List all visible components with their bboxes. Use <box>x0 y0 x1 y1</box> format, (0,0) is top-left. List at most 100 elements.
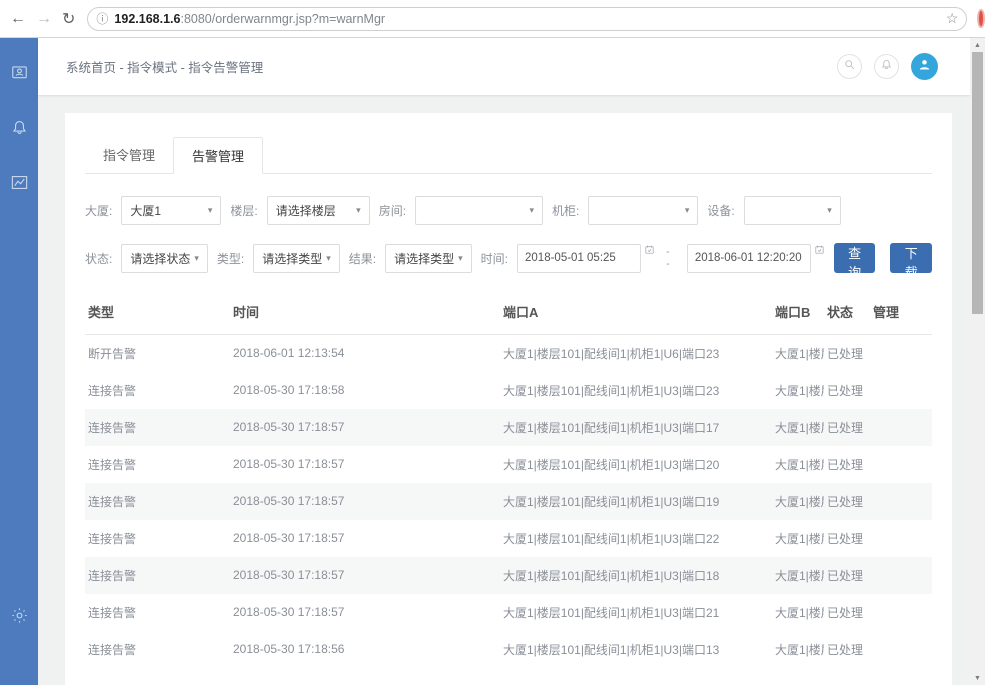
url-host: 192.168.1.6 <box>114 12 180 26</box>
cell-alarm-type: 连接告警 <box>85 483 230 520</box>
browser-scrollbar[interactable]: ▲ ▼ <box>970 38 985 685</box>
cell-manage[interactable] <box>870 631 932 668</box>
user-map-icon <box>10 63 29 87</box>
cell-port-a: 大厦1|楼层101|配线间1|机柜1|U6|端口23 <box>500 335 772 372</box>
sidebar-item-statistics[interactable] <box>0 166 38 204</box>
cell-port-a: 大厦1|楼层101|配线间1|机柜1|U3|端口17 <box>500 409 772 446</box>
user-avatar[interactable] <box>911 53 938 80</box>
url-bar[interactable]: ⓘ 192.168.1.6 :8080/orderwarnmgr.jsp?m=w… <box>87 7 967 31</box>
cell-manage[interactable] <box>870 372 932 409</box>
reload-icon[interactable]: ↻ <box>62 9 75 29</box>
cell-port-a: 大厦1|楼层101|配线间1|机柜1|U3|端口23 <box>500 372 772 409</box>
bookmark-star-icon[interactable]: ☆ <box>946 10 959 27</box>
cabinet-select[interactable]: ▾ <box>588 196 698 225</box>
tab-command-mgmt[interactable]: 指令管理 <box>85 137 173 173</box>
table-row: 连接告警 2018-05-30 17:18:57 大厦1|楼层101|配线间1|… <box>85 483 932 520</box>
page-header: 系统首页 - 指令模式 - 指令告警管理 <box>38 38 970 95</box>
calendar-icon[interactable] <box>644 242 655 260</box>
download-button[interactable]: 下载 <box>890 243 932 273</box>
cell-status: 已处理 <box>824 335 870 372</box>
room-label: 房间: <box>379 202 406 219</box>
bell-icon <box>880 58 893 76</box>
cell-alarm-type: 断开告警 <box>85 335 230 372</box>
scroll-down-icon[interactable]: ▼ <box>970 671 985 685</box>
building-select[interactable]: 大厦1 ▾ <box>121 196 221 225</box>
chevron-down-icon: ▾ <box>326 253 331 264</box>
result-select[interactable]: 请选择类型 ▾ <box>385 244 472 273</box>
cell-status: 已处理 <box>824 409 870 446</box>
device-select[interactable]: ▾ <box>744 196 841 225</box>
table-header-row: 类型时间端口A端口B状态管理 <box>85 289 932 335</box>
cell-port-a: 大厦1|楼层101|配线间1|机柜1|U3|端口19 <box>500 483 772 520</box>
cell-port-b: 大厦1|楼层101|配线间1|机柜1|U6|端口23 <box>772 520 824 557</box>
room-select[interactable]: ▾ <box>415 196 543 225</box>
cell-manage[interactable] <box>870 335 932 372</box>
column-header: 端口B <box>772 289 824 335</box>
cell-port-b: 大厦1|楼层101|配线间1|机柜1|U6|端口22 <box>772 372 824 409</box>
app-window: 系统首页 - 指令模式 - 指令告警管理 <box>0 38 985 685</box>
cell-manage[interactable] <box>870 520 932 557</box>
select-value: 请选择楼层 <box>276 202 352 219</box>
cell-port-a: 大厦1|楼层101|配线间1|机柜1|U3|端口21 <box>500 594 772 631</box>
alarm-table: 类型时间端口A端口B状态管理 断开告警 2018-06-01 12:13:54 … <box>85 289 932 668</box>
table-row: 连接告警 2018-05-30 17:18:58 大厦1|楼层101|配线间1|… <box>85 372 932 409</box>
info-icon[interactable]: ⓘ <box>96 10 108 27</box>
sidebar-item-asset-map[interactable] <box>0 56 38 94</box>
status-label: 状态: <box>85 250 112 267</box>
notifications-button[interactable] <box>874 54 899 79</box>
cell-port-b: 大厦1|楼层101|配线间1|机柜1|U6|端口21 <box>772 594 824 631</box>
time-from-input[interactable]: 2018-05-01 05:25 <box>517 244 641 273</box>
cell-alarm-type: 连接告警 <box>85 631 230 668</box>
cell-manage[interactable] <box>870 446 932 483</box>
cell-status: 已处理 <box>824 557 870 594</box>
cell-status: 已处理 <box>824 483 870 520</box>
cell-port-a: 大厦1|楼层101|配线间1|机柜1|U3|端口13 <box>500 631 772 668</box>
result-label: 结果: <box>349 250 376 267</box>
content-card: 指令管理 告警管理 大厦: 大厦1 ▾ 楼层: 请选择楼层 ▾ 房间: ▾ <box>65 113 952 685</box>
calendar-icon[interactable] <box>814 242 825 260</box>
table-row: 连接告警 2018-05-30 17:18:57 大厦1|楼层101|配线间1|… <box>85 557 932 594</box>
cell-port-b: 大厦1|楼层101|配线间1|机柜1|U6|端口14 <box>772 631 824 668</box>
tab-alarm-mgmt[interactable]: 告警管理 <box>173 137 263 174</box>
cell-manage[interactable] <box>870 409 932 446</box>
chart-icon <box>10 173 29 197</box>
type-select[interactable]: 请选择类型 ▾ <box>253 244 340 273</box>
floor-select[interactable]: 请选择楼层 ▾ <box>267 196 370 225</box>
main-area: 系统首页 - 指令模式 - 指令告警管理 <box>38 38 970 685</box>
cabinet-label: 机柜: <box>552 202 579 219</box>
sidebar-item-settings[interactable] <box>0 599 38 637</box>
cell-alarm-type: 连接告警 <box>85 409 230 446</box>
browser-profile-icon[interactable] <box>977 9 985 28</box>
cell-manage[interactable] <box>870 594 932 631</box>
select-value: 大厦1 <box>130 202 203 219</box>
time-to-wrap: 2018-06-01 12:20:20 <box>687 244 811 273</box>
table-row: 连接告警 2018-05-30 17:18:57 大厦1|楼层101|配线间1|… <box>85 446 932 483</box>
cell-port-a: 大厦1|楼层101|配线间1|机柜1|U3|端口20 <box>500 446 772 483</box>
scrollbar-thumb[interactable] <box>972 52 983 314</box>
sidebar-item-alarms[interactable] <box>0 111 38 149</box>
chevron-down-icon: ▾ <box>208 205 213 216</box>
cell-alarm-type: 连接告警 <box>85 594 230 631</box>
type-label: 类型: <box>217 250 244 267</box>
cell-manage[interactable] <box>870 483 932 520</box>
select-value: 请选择类型 <box>262 250 322 267</box>
status-select[interactable]: 请选择状态 ▾ <box>121 244 208 273</box>
time-to-input[interactable]: 2018-06-01 12:20:20 <box>687 244 811 273</box>
cell-time: 2018-05-30 17:18:57 <box>230 594 500 631</box>
forward-icon[interactable]: → <box>36 10 52 28</box>
search-button[interactable] <box>837 54 862 79</box>
table-row: 连接告警 2018-05-30 17:18:56 大厦1|楼层101|配线间1|… <box>85 631 932 668</box>
cell-time: 2018-05-30 17:18:57 <box>230 483 500 520</box>
cell-status: 已处理 <box>824 631 870 668</box>
device-label: 设备: <box>707 202 734 219</box>
query-button[interactable]: 查询 <box>834 243 876 273</box>
filter-row-location: 大厦: 大厦1 ▾ 楼层: 请选择楼层 ▾ 房间: ▾ 机柜: <box>85 196 932 225</box>
column-header: 管理 <box>870 289 932 335</box>
cell-alarm-type: 连接告警 <box>85 372 230 409</box>
scroll-up-icon[interactable]: ▲ <box>970 38 985 52</box>
cell-manage[interactable] <box>870 557 932 594</box>
select-value: 请选择状态 <box>130 250 190 267</box>
url-path: :8080/orderwarnmgr.jsp?m=warnMgr <box>180 12 385 26</box>
back-icon[interactable]: ← <box>10 10 26 28</box>
breadcrumb: 系统首页 - 指令模式 - 指令告警管理 <box>66 57 263 76</box>
